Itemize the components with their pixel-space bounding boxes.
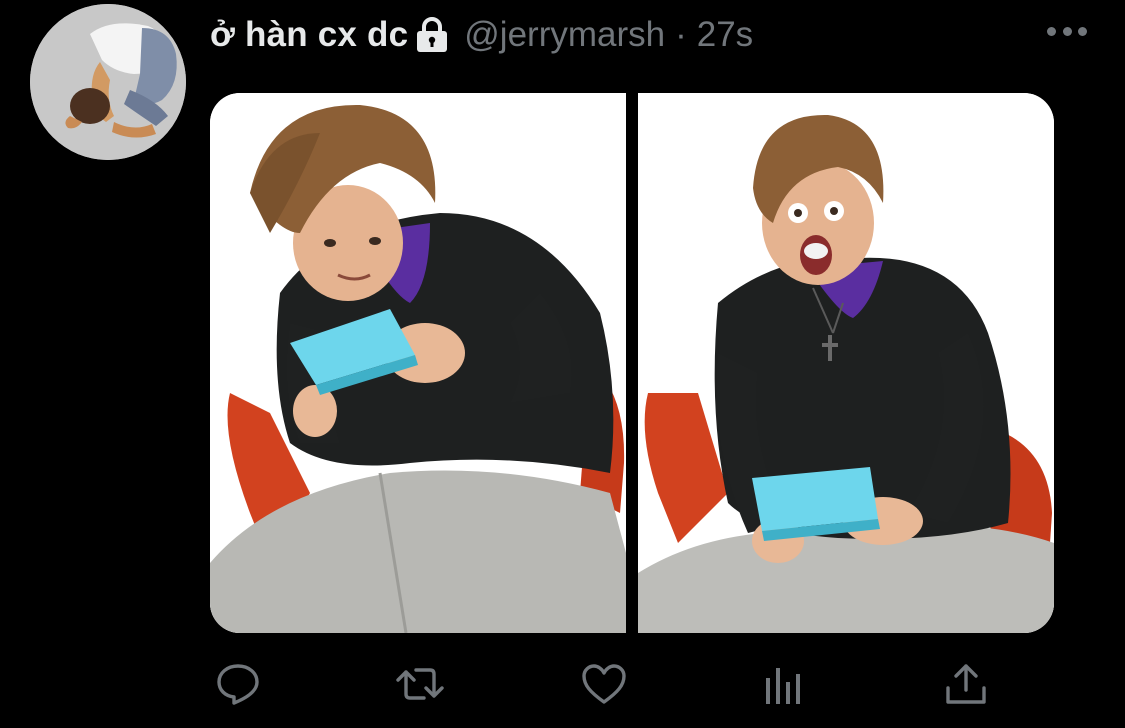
analytics-icon (766, 668, 800, 704)
media-grid (210, 93, 1054, 633)
analytics-button[interactable] (756, 656, 812, 712)
share-icon (946, 664, 986, 704)
share-button[interactable] (938, 656, 994, 712)
avatar[interactable] (30, 4, 186, 160)
more-options-icon[interactable] (1047, 16, 1087, 46)
separator-dot: · (675, 15, 687, 54)
lock-icon (414, 16, 450, 54)
user-handle[interactable]: @jerrymarsh (464, 15, 665, 55)
more-dot (1062, 26, 1072, 36)
photo-right-shocked[interactable] (638, 93, 1054, 633)
display-name[interactable]: ở hàn cx dc (210, 15, 408, 55)
avatar-image (30, 4, 186, 160)
timestamp[interactable]: 27s (697, 15, 753, 55)
like-button[interactable] (576, 656, 632, 712)
reply-button[interactable] (210, 656, 266, 712)
more-dot (1047, 26, 1056, 36)
tweet-actions (210, 656, 1000, 716)
photo-left-calm[interactable] (210, 93, 626, 633)
retweet-button[interactable] (392, 656, 448, 712)
reply-icon (217, 664, 259, 705)
retweet-icon (396, 668, 444, 700)
more-dot (1078, 26, 1087, 36)
heart-icon (582, 664, 626, 704)
tweet-header: ở hàn cx dc @jerrymarsh · 27s (210, 10, 753, 60)
tweet[interactable]: ở hàn cx dc @jerrymarsh · 27s (0, 0, 1125, 728)
